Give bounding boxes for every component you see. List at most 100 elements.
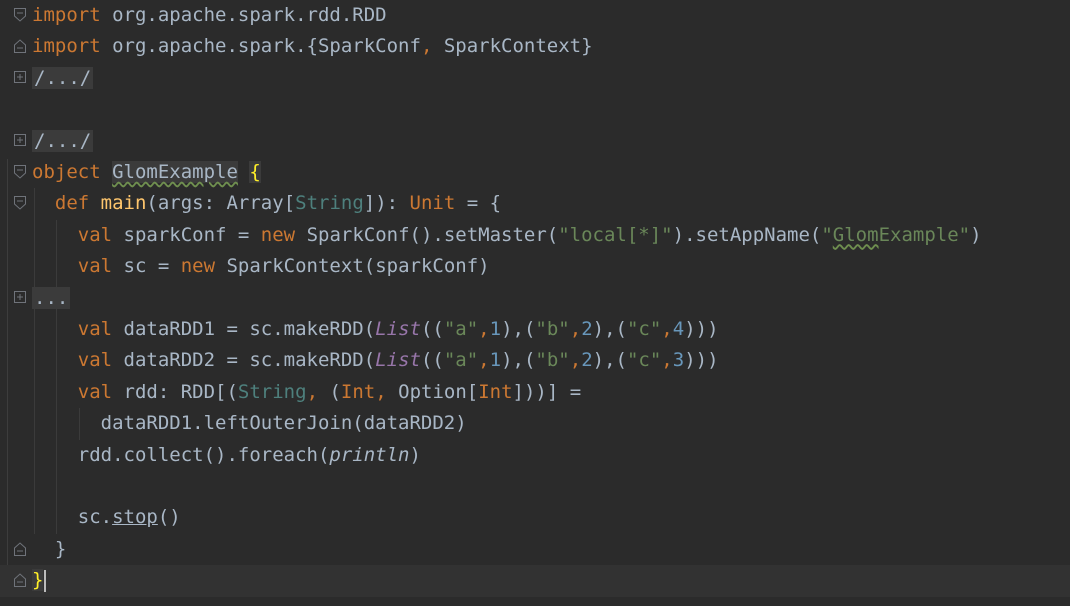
code-line[interactable]: rdd.collect().foreach(println) bbox=[0, 440, 1070, 471]
code-token: ]))] = bbox=[512, 380, 582, 403]
code-token: org.apache.spark.rdd.RDD bbox=[100, 4, 387, 26]
code-text: ... bbox=[32, 283, 71, 314]
code-line[interactable]: import org.apache.spark.{SparkConf, Spar… bbox=[0, 31, 1070, 62]
code-token: , bbox=[569, 318, 582, 340]
fold-collapse-icon[interactable] bbox=[14, 8, 28, 24]
code-token: SparkContext} bbox=[432, 35, 593, 58]
code-token: Unit bbox=[409, 192, 456, 215]
code-token: object bbox=[32, 161, 101, 183]
code-line[interactable]: import org.apache.spark.rdd.RDD bbox=[0, 0, 1070, 31]
code-line[interactable]: dataRDD1.leftOuterJoin(dataRDD2) bbox=[0, 408, 1070, 439]
code-token: org.apache.spark.{SparkConf bbox=[100, 35, 421, 58]
code-token[interactable]: /.../ bbox=[32, 66, 94, 89]
code-line[interactable]: val rdd: RDD[(String, (Int, Option[Int])… bbox=[0, 377, 1070, 408]
code-token: (args: Array[ bbox=[146, 192, 296, 215]
code-token: ))) bbox=[684, 318, 719, 340]
code-token: ( bbox=[318, 380, 341, 403]
code-text: } bbox=[32, 534, 66, 565]
code-token[interactable]: ... bbox=[32, 286, 71, 309]
code-token[interactable]: /.../ bbox=[32, 129, 94, 152]
code-text: import org.apache.spark.rdd.RDD bbox=[32, 0, 387, 31]
code-text: /.../ bbox=[32, 63, 94, 94]
code-line[interactable]: val sparkConf = new SparkConf().setMaste… bbox=[0, 220, 1070, 251]
code-token: "a" bbox=[443, 318, 479, 340]
code-token: dataRDD1 = sc.makeRDD( bbox=[112, 318, 376, 340]
code-token: (( bbox=[420, 318, 444, 340]
code-token: ),( bbox=[501, 318, 536, 340]
code-line[interactable]: ... bbox=[0, 283, 1070, 314]
code-token: val bbox=[32, 380, 113, 403]
code-line[interactable]: val dataRDD2 = sc.makeRDD(List(("a",1),(… bbox=[0, 345, 1070, 376]
code-line[interactable]: object GlomExample { bbox=[0, 157, 1070, 188]
code-token: Int bbox=[478, 380, 513, 403]
code-text: def main(args: Array[String]): Unit = { bbox=[32, 188, 501, 219]
code-line[interactable]: /.../ bbox=[0, 63, 1070, 94]
fold-expand-icon[interactable] bbox=[14, 70, 28, 87]
code-token: new bbox=[180, 255, 216, 278]
code-token: Glom bbox=[832, 223, 879, 246]
fold-end-icon[interactable] bbox=[14, 39, 28, 55]
indent-guide bbox=[79, 408, 80, 440]
code-token: import bbox=[32, 4, 101, 26]
text-caret bbox=[44, 569, 47, 592]
code-token: def bbox=[32, 192, 90, 215]
code-line[interactable]: } bbox=[0, 565, 1070, 597]
code-token: Option[ bbox=[386, 380, 479, 403]
code-text: val dataRDD2 = sc.makeRDD(List(("a",1),(… bbox=[32, 345, 719, 376]
code-token: sc = bbox=[112, 255, 181, 278]
code-token: " bbox=[821, 223, 833, 246]
code-line[interactable]: } bbox=[0, 534, 1070, 565]
code-text: val dataRDD1 = sc.makeRDD(List(("a",1),(… bbox=[32, 314, 719, 345]
code-token: } bbox=[32, 569, 44, 592]
code-token: val bbox=[32, 223, 113, 246]
code-line[interactable] bbox=[0, 94, 1070, 125]
code-token: println bbox=[329, 443, 410, 466]
code-token: val bbox=[32, 349, 113, 372]
code-token: rdd.collect().foreach( bbox=[32, 443, 330, 466]
code-token: } bbox=[32, 537, 67, 560]
code-token: () bbox=[157, 506, 181, 529]
code-token: (( bbox=[420, 349, 444, 372]
fold-collapse-icon[interactable] bbox=[14, 165, 28, 181]
fold-end-icon[interactable] bbox=[14, 542, 28, 558]
code-text: sc.stop() bbox=[32, 502, 181, 533]
fold-expand-icon[interactable] bbox=[14, 290, 28, 307]
code-token: , bbox=[375, 380, 387, 403]
code-text: /.../ bbox=[32, 126, 94, 157]
code-token: "local[*]" bbox=[558, 223, 673, 246]
code-token: "c" bbox=[626, 349, 662, 372]
fold-expand-icon[interactable] bbox=[14, 133, 28, 150]
code-token: 2 bbox=[581, 318, 593, 340]
code-token: val bbox=[32, 255, 113, 278]
code-token: Example" bbox=[878, 223, 971, 246]
code-line[interactable]: val sc = new SparkContext(sparkConf) bbox=[0, 251, 1070, 282]
code-token: List bbox=[375, 349, 421, 372]
code-token: String bbox=[237, 380, 307, 403]
code-text: rdd.collect().foreach(println) bbox=[32, 440, 421, 471]
code-line[interactable]: def main(args: Array[String]): Unit = { bbox=[0, 188, 1070, 219]
code-token: ),( bbox=[592, 318, 627, 340]
code-text: val sc = new SparkContext(sparkConf) bbox=[32, 251, 490, 282]
code-line[interactable] bbox=[0, 471, 1070, 502]
code-token: sc. bbox=[32, 506, 113, 529]
code-token: GlomExample bbox=[112, 161, 238, 183]
code-token: val bbox=[32, 318, 113, 340]
code-line[interactable]: /.../ bbox=[0, 126, 1070, 157]
code-text: import org.apache.spark.{SparkConf, Spar… bbox=[32, 31, 593, 62]
code-token: dataRDD2 = sc.makeRDD( bbox=[112, 349, 376, 372]
code-token: ),( bbox=[501, 349, 536, 372]
code-editor[interactable]: import org.apache.spark.rdd.RDD import or… bbox=[0, 0, 1070, 606]
code-line[interactable]: sc.stop() bbox=[0, 502, 1070, 533]
fold-end-icon[interactable] bbox=[14, 573, 28, 589]
code-token: "c" bbox=[626, 318, 662, 340]
code-token: { bbox=[249, 161, 261, 183]
code-token: 4 bbox=[672, 318, 685, 340]
code-token: , bbox=[661, 349, 673, 372]
code-token: 3 bbox=[672, 349, 685, 372]
code-token: ),( bbox=[592, 349, 627, 372]
code-token: , bbox=[569, 349, 582, 372]
code-token: "b" bbox=[535, 318, 570, 340]
fold-collapse-icon[interactable] bbox=[14, 196, 28, 212]
code-line[interactable]: val dataRDD1 = sc.makeRDD(List(("a",1),(… bbox=[0, 314, 1070, 345]
